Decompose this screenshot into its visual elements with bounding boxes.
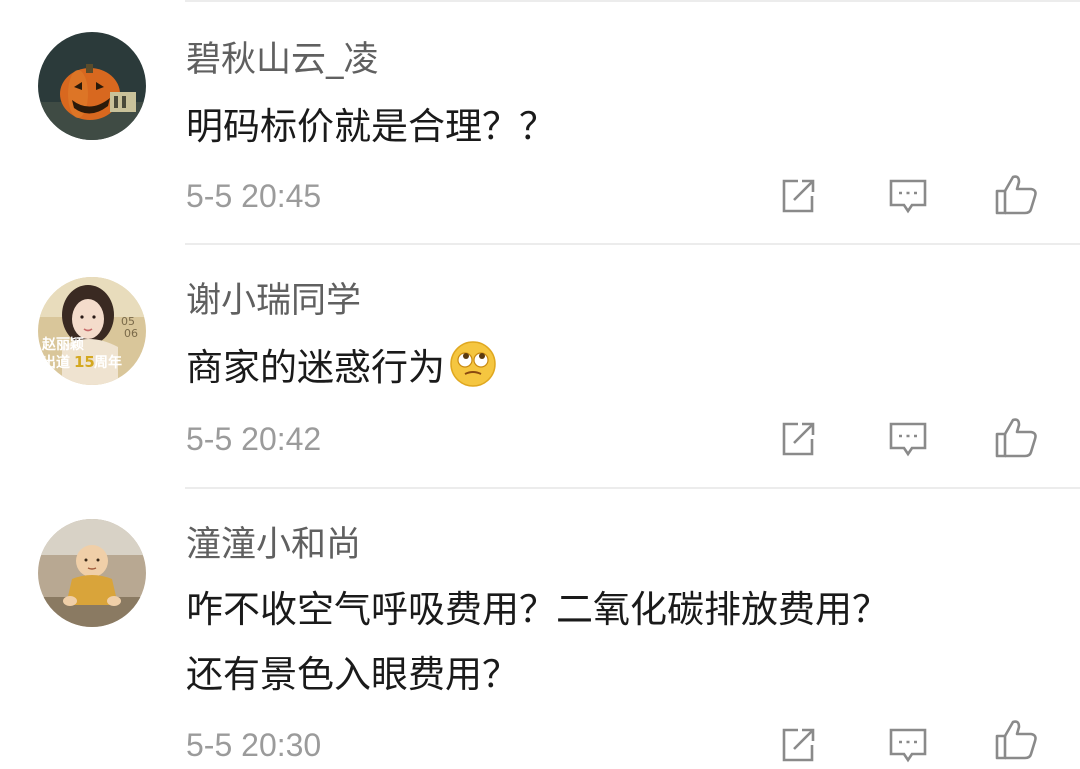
reply-icon[interactable] bbox=[884, 415, 932, 463]
comment-time: 5-5 20:45 bbox=[186, 178, 322, 214]
comment-item: 碧秋山云_凌 明码标价就是合理？？ 5-5 20:45 bbox=[0, 0, 1080, 245]
portrait-avatar-image: 05 06 赵丽颖 出道 15 周年 bbox=[38, 277, 146, 385]
avatar-caption-name: 赵丽颖 bbox=[41, 336, 84, 353]
repost-icon[interactable] bbox=[774, 415, 822, 463]
avatar[interactable] bbox=[38, 32, 146, 140]
pumpkin-avatar-image bbox=[38, 32, 146, 140]
like-icon[interactable] bbox=[992, 715, 1040, 763]
comment-item: 05 06 赵丽颖 出道 15 周年 谢小瑞同学 商家的迷惑行为 5-5 20:… bbox=[0, 245, 1080, 489]
username[interactable]: 潼潼小和尚 bbox=[186, 525, 361, 565]
like-icon[interactable] bbox=[992, 170, 1040, 218]
reply-icon[interactable] bbox=[884, 172, 932, 220]
comment-text-content: 商家的迷惑行为 bbox=[186, 346, 445, 389]
avatar[interactable]: 05 06 赵丽颖 出道 15 周年 bbox=[38, 277, 146, 385]
username[interactable]: 碧秋山云_凌 bbox=[186, 40, 379, 80]
comment-text-line: 咋不收空气呼吸费用？二氧化碳排放费用？ bbox=[186, 588, 889, 631]
username[interactable]: 谢小瑞同学 bbox=[186, 281, 361, 321]
comment-time: 5-5 20:42 bbox=[186, 421, 322, 457]
like-icon[interactable] bbox=[992, 413, 1040, 461]
avatar[interactable] bbox=[38, 519, 146, 627]
repost-icon[interactable] bbox=[774, 172, 822, 220]
avatar-caption-number: 15 bbox=[74, 353, 95, 371]
comment-text: 商家的迷惑行为 bbox=[186, 339, 497, 405]
monk-avatar-image bbox=[38, 519, 146, 627]
comment-item: 潼潼小和尚 咋不收空气呼吸费用？二氧化碳排放费用？ 还有景色入眼费用？ 5-5 … bbox=[0, 489, 1080, 763]
comment-text-line: 还有景色入眼费用？ bbox=[186, 653, 519, 696]
bemused-face-icon bbox=[449, 340, 497, 405]
repost-icon[interactable] bbox=[774, 721, 822, 769]
avatar-caption-debut: 出道 bbox=[42, 354, 70, 371]
comment-time: 5-5 20:30 bbox=[186, 727, 322, 763]
avatar-date-bottom: 06 bbox=[124, 327, 138, 340]
comment-text: 明码标价就是合理？？ bbox=[186, 105, 556, 148]
reply-icon[interactable] bbox=[884, 721, 932, 769]
avatar-caption-anniversary: 周年 bbox=[94, 354, 122, 371]
